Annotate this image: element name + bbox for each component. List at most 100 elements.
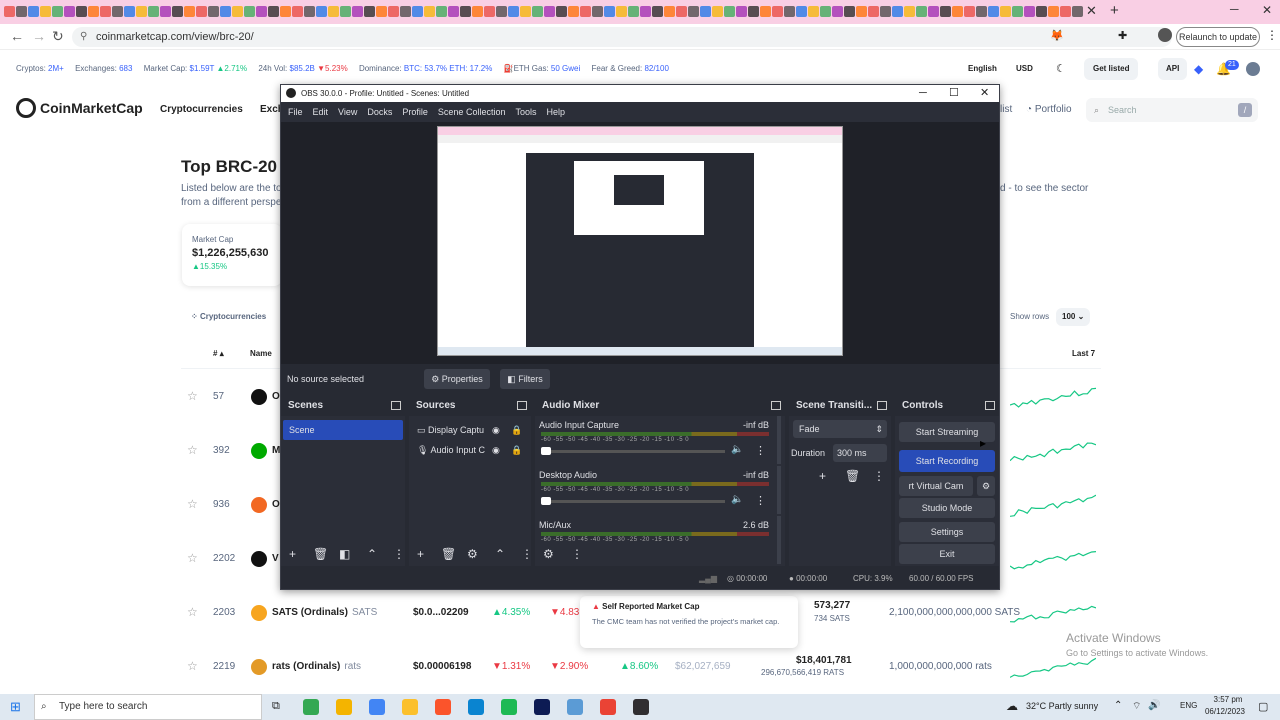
visibility-eye-icon[interactable]: ◉ [492, 440, 500, 460]
notepad-icon[interactable] [369, 699, 385, 715]
profile-avatar[interactable] [1158, 28, 1172, 42]
tab-favicon[interactable] [760, 6, 771, 17]
tab-favicon[interactable] [472, 6, 483, 17]
vol-value[interactable]: $85.2B [290, 64, 315, 73]
sticky-notes-icon[interactable] [402, 699, 418, 715]
advanced-audio-icon[interactable]: ⚙ [543, 547, 554, 561]
tab-favicon[interactable] [988, 6, 999, 17]
tab-favicon[interactable] [424, 6, 435, 17]
tab-favicon[interactable] [676, 6, 687, 17]
virtual-cam-button[interactable]: rt Virtual Cam [899, 476, 973, 496]
star-icon[interactable]: ☆ [187, 389, 198, 403]
notifications-icon[interactable]: ▢ [1258, 700, 1268, 713]
figma-icon[interactable] [534, 699, 550, 715]
move-scene-up-icon[interactable]: ⌃ [367, 547, 377, 561]
undock-icon[interactable] [391, 401, 401, 410]
task-view-icon[interactable]: ⧉ [272, 700, 280, 713]
tab-favicon[interactable] [880, 6, 891, 17]
lock-icon[interactable]: 🔒 [511, 440, 522, 460]
search-input[interactable]: ⌕ Search / [1086, 98, 1258, 122]
exit-button[interactable]: Exit [899, 544, 995, 564]
channel-menu-icon[interactable]: ⋮ [755, 444, 766, 457]
tab-favicon[interactable] [136, 6, 147, 17]
tab-favicon[interactable] [568, 6, 579, 17]
chrome-icon[interactable] [303, 699, 319, 715]
tab-favicon[interactable] [496, 6, 507, 17]
undock-icon[interactable] [517, 401, 527, 410]
language-selector[interactable]: English [968, 56, 997, 82]
tab-favicon[interactable] [244, 6, 255, 17]
tab-favicon[interactable] [196, 6, 207, 17]
studio-mode-button[interactable]: Studio Mode [899, 498, 995, 518]
nav-cryptocurrencies[interactable]: Cryptocurrencies [160, 104, 243, 115]
tab-favicon[interactable] [148, 6, 159, 17]
add-scene-icon[interactable]: + [289, 547, 296, 561]
undock-icon[interactable] [877, 401, 887, 410]
tab-favicon[interactable] [1012, 6, 1023, 17]
coin-name-cell[interactable]: rats (Ordinals) rats [272, 661, 361, 672]
tab-favicon[interactable] [292, 6, 303, 17]
cryptos-value[interactable]: 2M+ [48, 64, 64, 73]
obs-menu-item[interactable]: Edit [313, 107, 329, 117]
tab-favicon[interactable] [1036, 6, 1047, 17]
properties-button[interactable]: ⚙ Properties [424, 369, 490, 389]
volume-icon[interactable]: 🔊 [1148, 700, 1160, 711]
nav-portfolio[interactable]: ◔ Portfolio [1026, 104, 1072, 115]
obs-menu-item[interactable]: Profile [402, 107, 428, 117]
tab-favicon[interactable] [904, 6, 915, 17]
minimize-icon[interactable]: ─ [1230, 2, 1239, 16]
obs-menu-item[interactable]: File [288, 107, 303, 117]
star-icon[interactable]: ☆ [187, 605, 198, 619]
tab-favicon[interactable] [388, 6, 399, 17]
header-rank[interactable]: # ▴ [213, 349, 224, 358]
tab-favicon[interactable] [88, 6, 99, 17]
exchanges-value[interactable]: 683 [119, 64, 132, 73]
url-field[interactable]: ⚲ coinmarketcap.com/view/brc-20/ [72, 27, 1172, 47]
tab-favicon[interactable] [460, 6, 471, 17]
chrome-profile-icon[interactable] [600, 699, 616, 715]
menu-kebab-icon[interactable]: ⋮ [1266, 28, 1278, 42]
source-menu-icon[interactable]: ⋮ [521, 547, 533, 561]
api-button[interactable]: API [1158, 58, 1188, 80]
obs-maximize-icon[interactable]: ☐ [949, 85, 959, 102]
tab-favicon[interactable] [1000, 6, 1011, 17]
tab-favicon[interactable] [940, 6, 951, 17]
source-item-audio[interactable]: 🎙 Audio Input C ◉ 🔒 [409, 440, 531, 460]
tab-favicon[interactable] [784, 6, 795, 17]
volume-slider-handle[interactable] [541, 447, 551, 455]
volume-slider[interactable] [541, 447, 725, 455]
settings-button[interactable]: Settings [899, 522, 995, 542]
obs-menu-item[interactable]: View [338, 107, 357, 117]
tab-favicon[interactable] [124, 6, 135, 17]
tab-favicon[interactable] [916, 6, 927, 17]
tab-favicon[interactable] [316, 6, 327, 17]
tab-favicon[interactable] [616, 6, 627, 17]
tab-favicon[interactable] [508, 6, 519, 17]
tab-favicon[interactable] [76, 6, 87, 17]
tab-favicon[interactable] [700, 6, 711, 17]
tab-favicon[interactable] [580, 6, 591, 17]
transition-menu-icon[interactable]: ⋮ [873, 469, 885, 483]
fear-value[interactable]: 82/100 [644, 64, 668, 73]
move-source-up-icon[interactable]: ⌃ [495, 547, 505, 561]
tab-favicon[interactable] [544, 6, 555, 17]
chevron-up-icon[interactable]: ⌃ [1114, 700, 1122, 711]
tab-favicon[interactable] [664, 6, 675, 17]
cmc-logo[interactable]: CoinMarketCap [16, 98, 143, 118]
speaker-icon[interactable]: 🔈 [731, 494, 743, 505]
relaunch-button[interactable]: Relaunch to update [1176, 27, 1260, 47]
tab-favicon[interactable] [1072, 6, 1083, 17]
star-icon[interactable]: ☆ [187, 551, 198, 565]
tab-favicon[interactable] [964, 6, 975, 17]
header-name[interactable]: Name [250, 349, 272, 358]
taskbar-search[interactable]: ⌕ Type here to search [34, 694, 262, 720]
extensions-icon[interactable]: ✚ [1118, 29, 1127, 42]
undock-icon[interactable] [771, 401, 781, 410]
virtual-cam-settings-icon[interactable]: ⚙ [977, 476, 995, 496]
start-recording-button[interactable]: Start Recording [899, 450, 995, 472]
show-rows-select[interactable]: 100 ⌄ [1056, 308, 1091, 326]
source-properties-icon[interactable]: ⚙ [467, 547, 478, 561]
obs-menu-item[interactable]: Docks [367, 107, 392, 117]
tab-favicon[interactable] [400, 6, 411, 17]
tab-favicon[interactable] [172, 6, 183, 17]
